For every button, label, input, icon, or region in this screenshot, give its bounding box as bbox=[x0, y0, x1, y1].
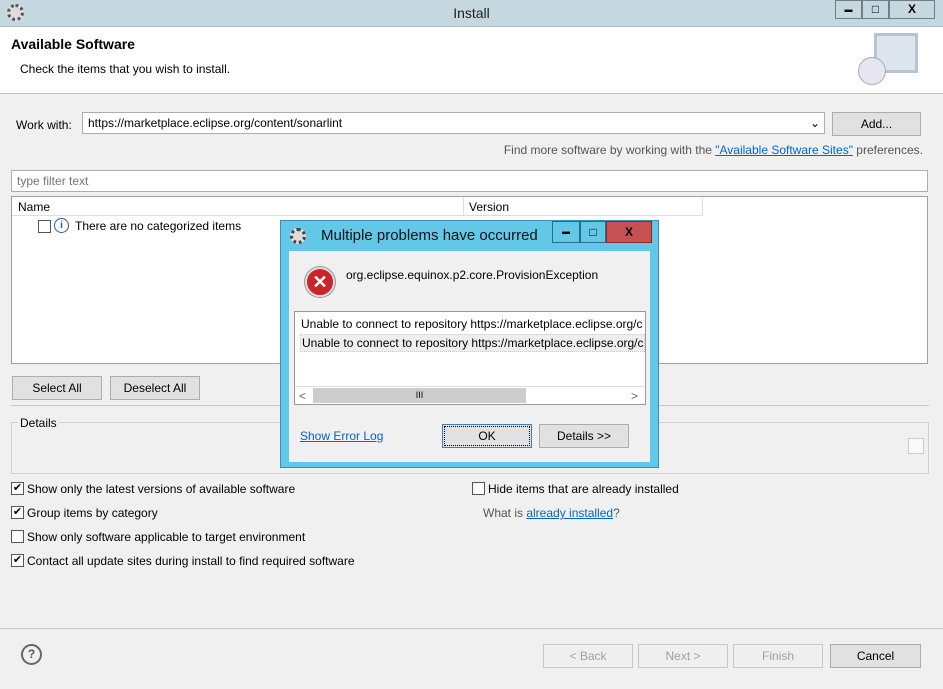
cancel-button[interactable]: Cancel bbox=[830, 644, 921, 668]
ok-button[interactable]: OK bbox=[442, 424, 532, 448]
option-applicable-checkbox[interactable] bbox=[11, 530, 24, 543]
details-scroll[interactable] bbox=[908, 438, 924, 454]
list-item[interactable]: Unable to connect to repository https://… bbox=[301, 317, 643, 331]
scroll-left-button[interactable]: < bbox=[299, 389, 306, 403]
dialog-close-button[interactable]: X bbox=[606, 221, 652, 243]
wizard-header: Available Software Check the items that … bbox=[0, 27, 943, 94]
list-item[interactable]: Unable to connect to repository https://… bbox=[300, 334, 645, 352]
add-button[interactable]: Add... bbox=[832, 112, 921, 136]
column-header-version[interactable]: Version bbox=[464, 197, 703, 216]
info-icon: i bbox=[54, 218, 69, 233]
details-label: Details bbox=[18, 416, 59, 430]
page-title: Available Software bbox=[11, 36, 135, 52]
close-button[interactable]: X bbox=[889, 0, 935, 19]
dialog-title: Multiple problems have occurred bbox=[321, 227, 538, 244]
filter-input[interactable] bbox=[11, 170, 928, 192]
hint-text: Find more software by working with the bbox=[503, 143, 716, 157]
dialog-minimize-button[interactable]: ▬ bbox=[552, 221, 580, 243]
option-group-checkbox[interactable]: ✔ bbox=[11, 506, 24, 519]
cd-icon-disc bbox=[858, 57, 886, 85]
sites-hint: Find more software by working with the "… bbox=[504, 143, 923, 157]
option-group-label: Group items by category bbox=[27, 506, 158, 520]
available-sites-link[interactable]: "Available Software Sites" bbox=[715, 143, 853, 157]
scroll-thumb[interactable]: III bbox=[313, 388, 526, 403]
show-error-log-link[interactable]: Show Error Log bbox=[300, 429, 383, 443]
error-dialog: Multiple problems have occurred ▬ □ X ✕ … bbox=[280, 220, 659, 468]
option-latest-label: Show only the latest versions of availab… bbox=[27, 482, 296, 496]
item-checkbox[interactable] bbox=[38, 220, 51, 233]
chevron-down-icon: ⌄ bbox=[809, 116, 820, 130]
page-subtitle: Check the items that you wish to install… bbox=[20, 62, 231, 76]
option-applicable-label: Show only software applicable to target … bbox=[27, 530, 306, 544]
option-latest-checkbox[interactable]: ✔ bbox=[11, 482, 24, 495]
option-hide-checkbox[interactable] bbox=[472, 482, 485, 495]
what-is-prefix: What is bbox=[483, 506, 527, 520]
message-list[interactable]: Unable to connect to repository https://… bbox=[294, 311, 646, 405]
option-hide-label: Hide items that are already installed bbox=[488, 482, 679, 496]
option-contact-label: Contact all update sites during install … bbox=[27, 554, 355, 568]
already-installed-link[interactable]: already installed bbox=[526, 506, 613, 520]
window-title: Install bbox=[453, 5, 490, 21]
dialog-maximize-button[interactable]: □ bbox=[580, 221, 606, 243]
footer-divider bbox=[0, 628, 943, 629]
minimize-button[interactable]: ▬ bbox=[835, 0, 862, 19]
column-header-name[interactable]: Name bbox=[12, 197, 464, 216]
eclipse-icon bbox=[290, 228, 306, 244]
select-all-button[interactable]: Select All bbox=[12, 376, 102, 400]
help-icon[interactable]: ? bbox=[21, 644, 42, 665]
option-contact-checkbox[interactable]: ✔ bbox=[11, 554, 24, 567]
title-bar: Install ▬ □ X bbox=[0, 0, 943, 27]
dialog-body: ✕ org.eclipse.equinox.p2.core.ProvisionE… bbox=[289, 251, 650, 462]
what-is-text: What is already installed? bbox=[483, 506, 620, 520]
hint-suffix: preferences. bbox=[852, 143, 923, 157]
error-icon: ✕ bbox=[305, 267, 335, 297]
scroll-right-button[interactable]: > bbox=[631, 389, 638, 403]
finish-button[interactable]: Finish bbox=[733, 644, 823, 668]
details-button[interactable]: Details >> bbox=[539, 424, 629, 448]
maximize-button[interactable]: □ bbox=[862, 0, 889, 19]
back-button[interactable]: < Back bbox=[543, 644, 633, 668]
horizontal-scrollbar[interactable]: < III > bbox=[295, 386, 645, 404]
deselect-all-button[interactable]: Deselect All bbox=[110, 376, 200, 400]
work-with-value: https://marketplace.eclipse.org/content/… bbox=[88, 116, 343, 130]
next-button[interactable]: Next > bbox=[638, 644, 728, 668]
what-is-suffix: ? bbox=[613, 506, 620, 520]
table-row: There are no categorized items bbox=[75, 219, 242, 233]
exception-text: org.eclipse.equinox.p2.core.ProvisionExc… bbox=[346, 268, 599, 282]
work-with-label: Work with: bbox=[16, 118, 72, 132]
work-with-combo[interactable]: https://marketplace.eclipse.org/content/… bbox=[82, 112, 825, 134]
